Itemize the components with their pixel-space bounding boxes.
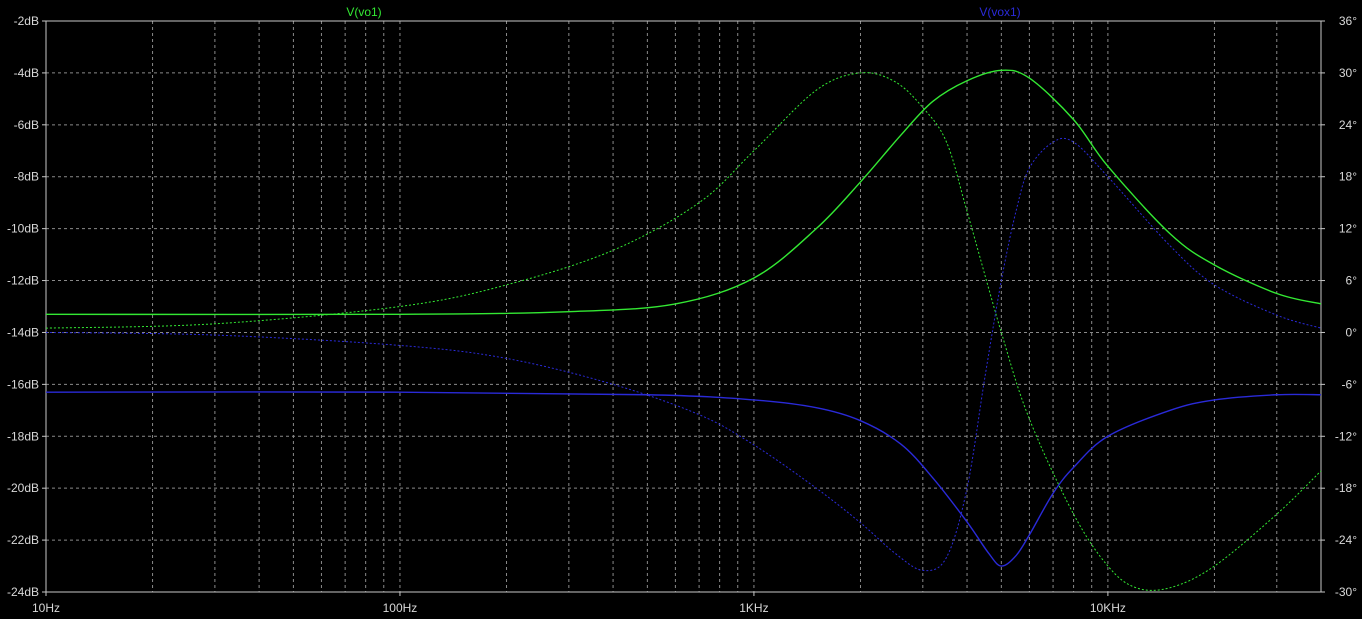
right-tick-label: -24° bbox=[1335, 533, 1357, 547]
left-tick-label: -22dB bbox=[7, 533, 39, 547]
right-tick-label: -6° bbox=[1342, 377, 1358, 391]
bode-plot: -2dB -4dB -6dB -8dB -10dB -12dB -14dB -16dB -18d… bbox=[0, 0, 1362, 619]
right-tick-label: 0° bbox=[1346, 325, 1358, 339]
x-tick-label: 10Hz bbox=[32, 601, 60, 615]
left-tick-label: -16dB bbox=[7, 377, 39, 391]
x-tick-label: 10KHz bbox=[1090, 601, 1126, 615]
right-tick-label: -18° bbox=[1335, 481, 1357, 495]
left-tick-label: -8dB bbox=[14, 170, 39, 184]
left-tick-label: -12dB bbox=[7, 274, 39, 288]
right-tick-label: -12° bbox=[1335, 429, 1357, 443]
right-tick-label: 6° bbox=[1346, 274, 1358, 288]
left-tick-label: -10dB bbox=[7, 222, 39, 236]
left-tick-label: -20dB bbox=[7, 481, 39, 495]
plot-background bbox=[0, 0, 1362, 619]
right-tick-label: 12° bbox=[1339, 222, 1357, 236]
legend-vox1: V(vox1) bbox=[979, 5, 1020, 19]
left-tick-label: -2dB bbox=[14, 14, 39, 28]
left-tick-label: -18dB bbox=[7, 429, 39, 443]
left-tick-label: -24dB bbox=[7, 585, 39, 599]
x-tick-label: 100Hz bbox=[383, 601, 418, 615]
left-tick-label: -14dB bbox=[7, 325, 39, 339]
x-tick-label: 1KHz bbox=[739, 601, 768, 615]
left-tick-label: -4dB bbox=[14, 66, 39, 80]
right-tick-label: 30° bbox=[1339, 66, 1357, 80]
right-tick-label: 24° bbox=[1339, 118, 1357, 132]
right-tick-label: -30° bbox=[1335, 585, 1357, 599]
legend-vo1: V(vo1) bbox=[346, 5, 381, 19]
left-tick-label: -6dB bbox=[14, 118, 39, 132]
right-tick-label: 36° bbox=[1339, 14, 1357, 28]
right-tick-label: 18° bbox=[1339, 170, 1357, 184]
